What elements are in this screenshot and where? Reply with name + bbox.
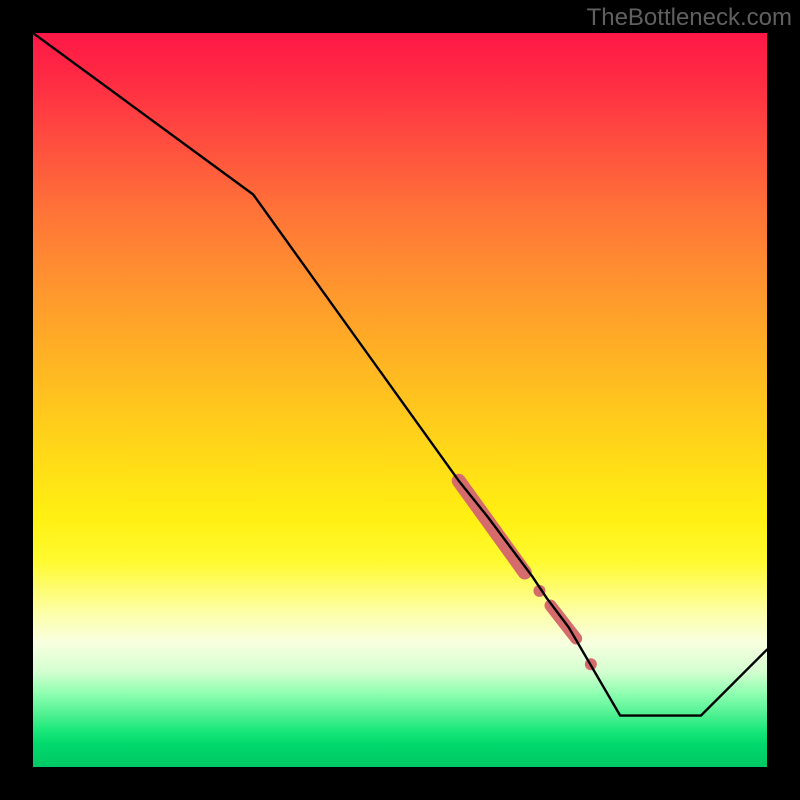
watermark-text: TheBottleneck.com	[587, 4, 792, 32]
chart-container: TheBottleneck.com	[0, 0, 800, 800]
chart-svg	[33, 33, 767, 767]
main-curve-path	[33, 33, 767, 716]
plot-area	[33, 33, 767, 767]
